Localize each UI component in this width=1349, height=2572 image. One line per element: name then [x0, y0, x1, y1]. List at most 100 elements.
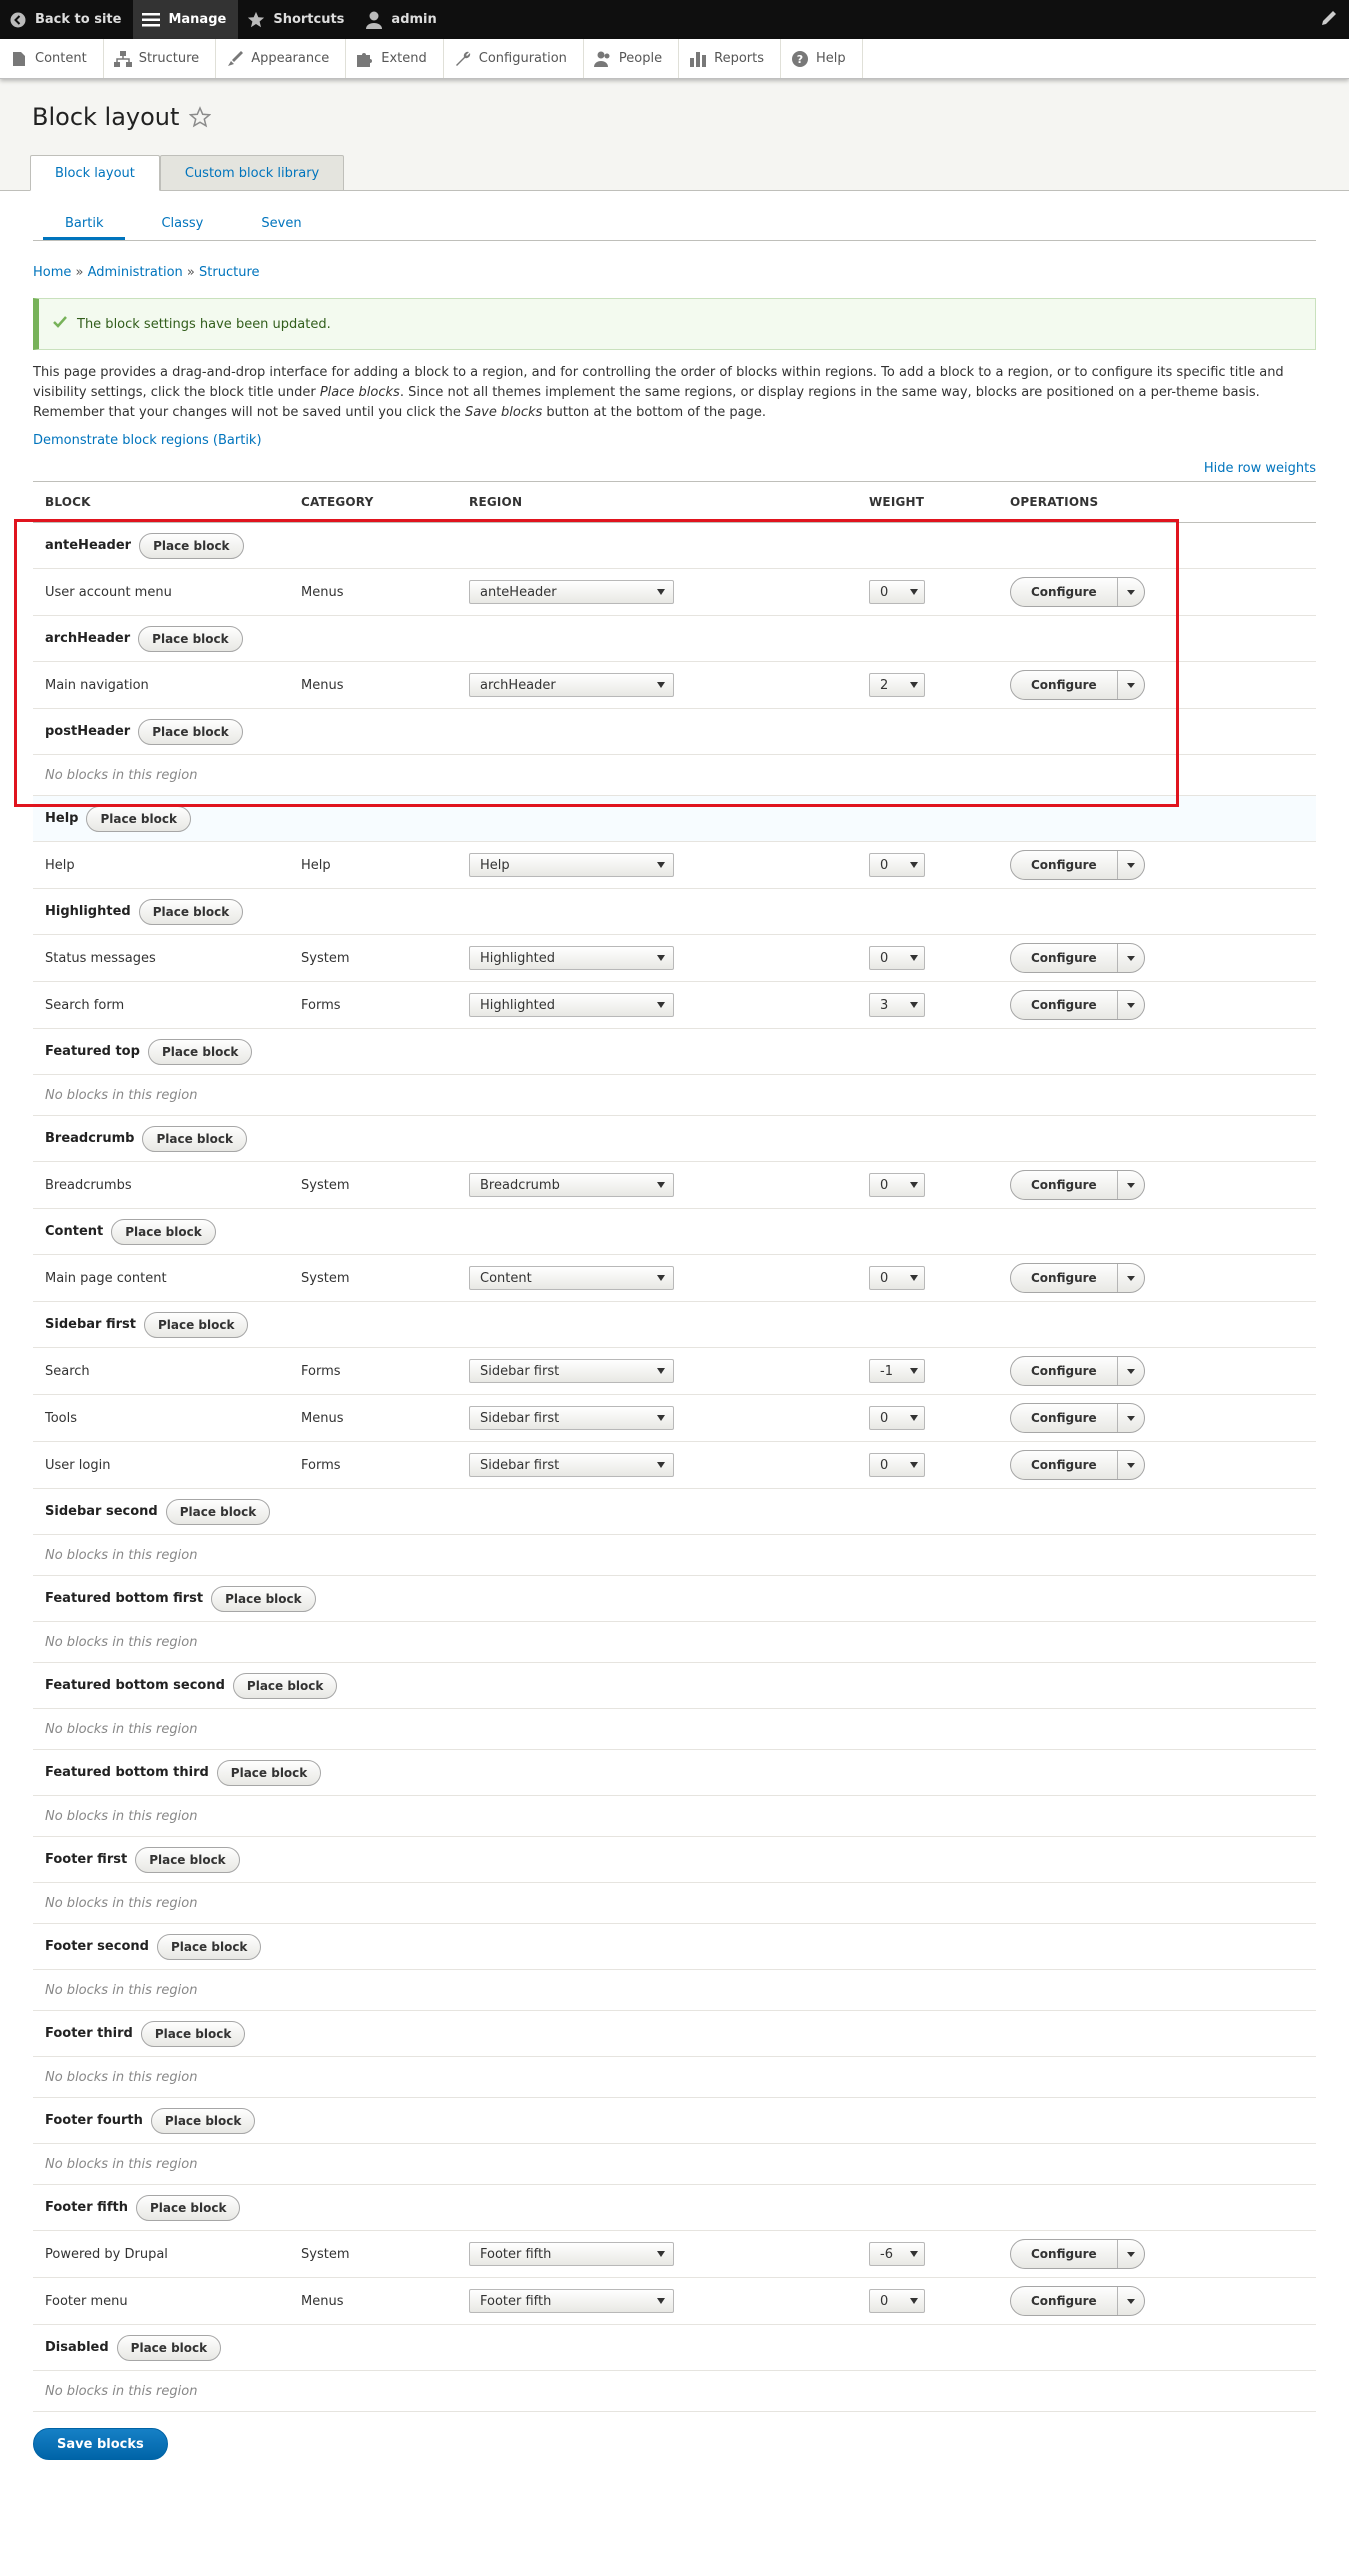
place-block-button[interactable]: Place block	[142, 1125, 247, 1152]
configure-button[interactable]: Configure	[1011, 1264, 1118, 1292]
configure-button[interactable]: Configure	[1011, 578, 1118, 606]
block-name[interactable]: Tools	[33, 1394, 289, 1442]
place-block-button[interactable]: Place block	[86, 805, 191, 832]
configure-button[interactable]: Configure	[1011, 2240, 1118, 2268]
configure-button[interactable]: Configure	[1011, 2287, 1118, 2315]
configure-button[interactable]: Configure	[1011, 944, 1118, 972]
place-block-button[interactable]: Place block	[143, 1311, 249, 1338]
block-name[interactable]: Main page content	[33, 1254, 289, 1302]
back-to-site-link[interactable]: Back to site	[0, 0, 133, 39]
weight-select[interactable]: 0	[869, 1453, 925, 1477]
tray-item-content[interactable]: Content	[0, 39, 104, 78]
block-name[interactable]: Search form	[33, 981, 289, 1029]
weight-select[interactable]: 0	[869, 1406, 925, 1430]
manage-tab[interactable]: Manage	[133, 0, 239, 39]
weight-select[interactable]: 0	[869, 1266, 925, 1290]
configure-button[interactable]: Configure	[1011, 1404, 1118, 1432]
place-block-button[interactable]: Place block	[138, 898, 244, 925]
shortcuts-tab[interactable]: Shortcuts	[238, 0, 356, 39]
weight-select[interactable]: 0	[869, 853, 925, 877]
block-name[interactable]: Powered by Drupal	[33, 2230, 289, 2278]
place-block-button[interactable]: Place block	[232, 1672, 338, 1699]
weight-select[interactable]: 3	[869, 993, 925, 1017]
breadcrumb-structure[interactable]: Structure	[199, 265, 259, 280]
place-block-button[interactable]: Place block	[216, 1759, 322, 1786]
operations-toggle[interactable]	[1118, 1357, 1144, 1385]
tray-item-configuration[interactable]: Configuration	[444, 39, 584, 78]
tab-block-layout[interactable]: Block layout	[30, 155, 160, 191]
tray-item-structure[interactable]: Structure	[104, 39, 217, 78]
block-name[interactable]: Main navigation	[33, 661, 289, 709]
tray-item-reports[interactable]: Reports	[679, 39, 781, 78]
operations-toggle[interactable]	[1118, 2287, 1144, 2315]
place-block-button[interactable]: Place block	[165, 1498, 271, 1525]
region-select[interactable]: Sidebar first	[469, 1453, 674, 1477]
place-block-button[interactable]: Place block	[139, 532, 244, 559]
place-block-button[interactable]: Place block	[116, 2334, 222, 2361]
block-name[interactable]: Breadcrumbs	[33, 1161, 289, 1209]
region-select[interactable]: Sidebar first	[469, 1359, 674, 1383]
operations-toggle[interactable]	[1118, 851, 1144, 879]
tab-custom-block-library[interactable]: Custom block library	[159, 155, 345, 191]
place-block-button[interactable]: Place block	[150, 2107, 256, 2134]
user-tab[interactable]: admin	[356, 0, 448, 39]
operations-toggle[interactable]	[1118, 1171, 1144, 1199]
breadcrumb-home[interactable]: Home	[33, 265, 71, 280]
place-block-button[interactable]: Place block	[135, 1846, 240, 1873]
pencil-icon[interactable]	[1319, 8, 1339, 30]
place-block-button[interactable]: Place block	[135, 2194, 241, 2221]
region-select[interactable]: anteHeader	[469, 580, 674, 604]
operations-toggle[interactable]	[1118, 1264, 1144, 1292]
region-select[interactable]: Content	[469, 1266, 674, 1290]
configure-button[interactable]: Configure	[1011, 1357, 1118, 1385]
block-name[interactable]: Footer menu	[33, 2277, 289, 2325]
region-select[interactable]: Help	[469, 853, 674, 877]
operations-toggle[interactable]	[1118, 671, 1144, 699]
tray-item-people[interactable]: People	[584, 39, 680, 78]
block-name[interactable]: Status messages	[33, 934, 289, 982]
place-block-button[interactable]: Place block	[138, 718, 243, 745]
operations-toggle[interactable]	[1118, 1451, 1144, 1479]
operations-toggle[interactable]	[1118, 2240, 1144, 2268]
weight-select[interactable]: 2	[869, 673, 925, 697]
region-select[interactable]: Sidebar first	[469, 1406, 674, 1430]
weight-select[interactable]: 0	[869, 2289, 925, 2313]
weight-select[interactable]: 0	[869, 946, 925, 970]
demonstrate-regions-link[interactable]: Demonstrate block regions (Bartik)	[33, 433, 1316, 448]
block-name[interactable]: User account menu	[33, 568, 289, 616]
tab-seven[interactable]: Seven	[239, 216, 323, 240]
region-select[interactable]: Footer fifth	[469, 2242, 674, 2266]
breadcrumb-administration[interactable]: Administration	[88, 265, 183, 280]
configure-button[interactable]: Configure	[1011, 1171, 1118, 1199]
region-select[interactable]: Footer fifth	[469, 2289, 674, 2313]
place-block-button[interactable]: Place block	[140, 2020, 246, 2047]
region-select[interactable]: Highlighted	[469, 993, 674, 1017]
operations-toggle[interactable]	[1118, 578, 1144, 606]
weight-select[interactable]: 0	[869, 1173, 925, 1197]
configure-button[interactable]: Configure	[1011, 851, 1118, 879]
operations-toggle[interactable]	[1118, 944, 1144, 972]
weight-select[interactable]: -6	[869, 2242, 925, 2266]
configure-button[interactable]: Configure	[1011, 671, 1118, 699]
operations-toggle[interactable]	[1118, 991, 1144, 1019]
block-name[interactable]: Search	[33, 1347, 289, 1395]
region-select[interactable]: Highlighted	[469, 946, 674, 970]
operations-toggle[interactable]	[1118, 1404, 1144, 1432]
hide-row-weights-link[interactable]: Hide row weights	[33, 461, 1316, 476]
place-block-button[interactable]: Place block	[138, 625, 243, 652]
tab-classy[interactable]: Classy	[139, 216, 225, 240]
configure-button[interactable]: Configure	[1011, 991, 1118, 1019]
tab-bartik[interactable]: Bartik	[43, 216, 126, 240]
place-block-button[interactable]: Place block	[156, 1933, 262, 1960]
tray-item-extend[interactable]: Extend	[346, 39, 444, 78]
tray-item-help[interactable]: ? Help	[781, 39, 863, 78]
block-name[interactable]: User login	[33, 1441, 289, 1489]
shortcut-star-icon[interactable]	[189, 106, 212, 128]
place-block-button[interactable]: Place block	[211, 1585, 316, 1612]
save-blocks-button[interactable]: Save blocks	[33, 2428, 168, 2460]
region-select[interactable]: archHeader	[469, 673, 674, 697]
place-block-button[interactable]: Place block	[147, 1038, 253, 1065]
weight-select[interactable]: -1	[869, 1359, 925, 1383]
block-name[interactable]: Help	[33, 841, 289, 889]
tray-item-appearance[interactable]: Appearance	[216, 39, 347, 78]
